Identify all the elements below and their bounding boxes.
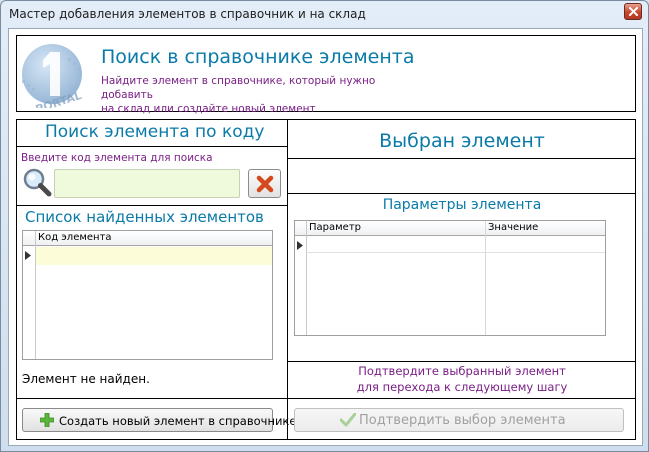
divider	[288, 193, 635, 194]
params-title: Параметры элемента	[382, 197, 542, 213]
close-icon	[629, 7, 638, 16]
confirm-hint-line-2: для перехода к следующему шагу	[356, 380, 568, 394]
create-button-label: Создать новый элемент в справочнике	[59, 414, 297, 428]
divider	[17, 146, 287, 147]
column-header-code[interactable]: Код элемента	[38, 232, 112, 243]
confirm-hint-line-1: Подтвердите выбранный элемент	[358, 364, 566, 378]
column-header-parameter[interactable]: Параметр	[309, 222, 361, 233]
row-selector-icon	[297, 241, 303, 250]
search-section-title: Поиск элемента по коду	[45, 122, 265, 142]
confirm-selection-button[interactable]: Подтвердить выбор элемента	[294, 408, 624, 432]
grid-header: Параметр Значение	[295, 221, 605, 236]
wizard-client-area: PORTAL Поиск в справочнике элемента Найд…	[8, 28, 643, 446]
divider	[17, 205, 287, 206]
found-elements-grid[interactable]: Код элемента	[22, 230, 273, 360]
divider	[17, 398, 287, 399]
page-title: Поиск в справочнике элемента	[101, 46, 415, 68]
window-title: Мастер добавления элементов в справочник…	[9, 7, 366, 21]
header-panel: PORTAL Поиск в справочнике элемента Найд…	[16, 35, 636, 115]
red-x-icon	[256, 175, 274, 193]
column-header-value[interactable]: Значение	[488, 222, 538, 233]
wizard-window: Мастер добавления элементов в справочник…	[0, 0, 649, 452]
title-bar[interactable]: Мастер добавления элементов в справочник…	[1, 1, 648, 27]
close-button[interactable]	[624, 3, 642, 20]
selected-element-title: Выбран элемент	[379, 130, 545, 152]
divider	[288, 361, 635, 362]
column-separator	[485, 221, 486, 335]
green-plus-icon	[40, 413, 54, 427]
check-icon	[340, 413, 356, 427]
search-status: Элемент не найден.	[22, 372, 150, 386]
clear-search-button[interactable]	[248, 169, 281, 198]
magnifier-icon	[23, 168, 52, 197]
portal-logo-icon: PORTAL	[22, 44, 83, 108]
grid-header: Код элемента	[23, 231, 272, 246]
found-list-title: Список найденных элементов	[25, 208, 264, 226]
subtitle-line-1: Найдите элемент в справочнике, который н…	[101, 75, 376, 101]
selection-panel: Выбран элемент Параметры элемента Параме…	[287, 119, 636, 440]
table-row[interactable]	[36, 247, 272, 265]
search-panel: Поиск элемента по коду Введите код элеме…	[16, 119, 296, 440]
search-hint: Введите код элемента для поиска	[21, 152, 213, 164]
element-code-input[interactable]	[54, 169, 240, 198]
divider	[288, 398, 635, 399]
subtitle-line-2: на склад или создайте новый элемент	[101, 103, 316, 115]
element-params-grid[interactable]: Параметр Значение	[294, 220, 606, 336]
divider	[288, 158, 635, 159]
row-header-separator	[306, 221, 307, 335]
confirm-hint: Подтвердите выбранный элемент для перехо…	[288, 363, 636, 395]
row-separator	[306, 252, 605, 253]
page-subtitle: Найдите элемент в справочнике, который н…	[101, 74, 421, 116]
confirm-button-label: Подтвердить выбор элемента	[359, 413, 566, 428]
create-new-element-button[interactable]: Создать новый элемент в справочнике	[22, 408, 296, 432]
row-selector-icon	[25, 251, 31, 260]
